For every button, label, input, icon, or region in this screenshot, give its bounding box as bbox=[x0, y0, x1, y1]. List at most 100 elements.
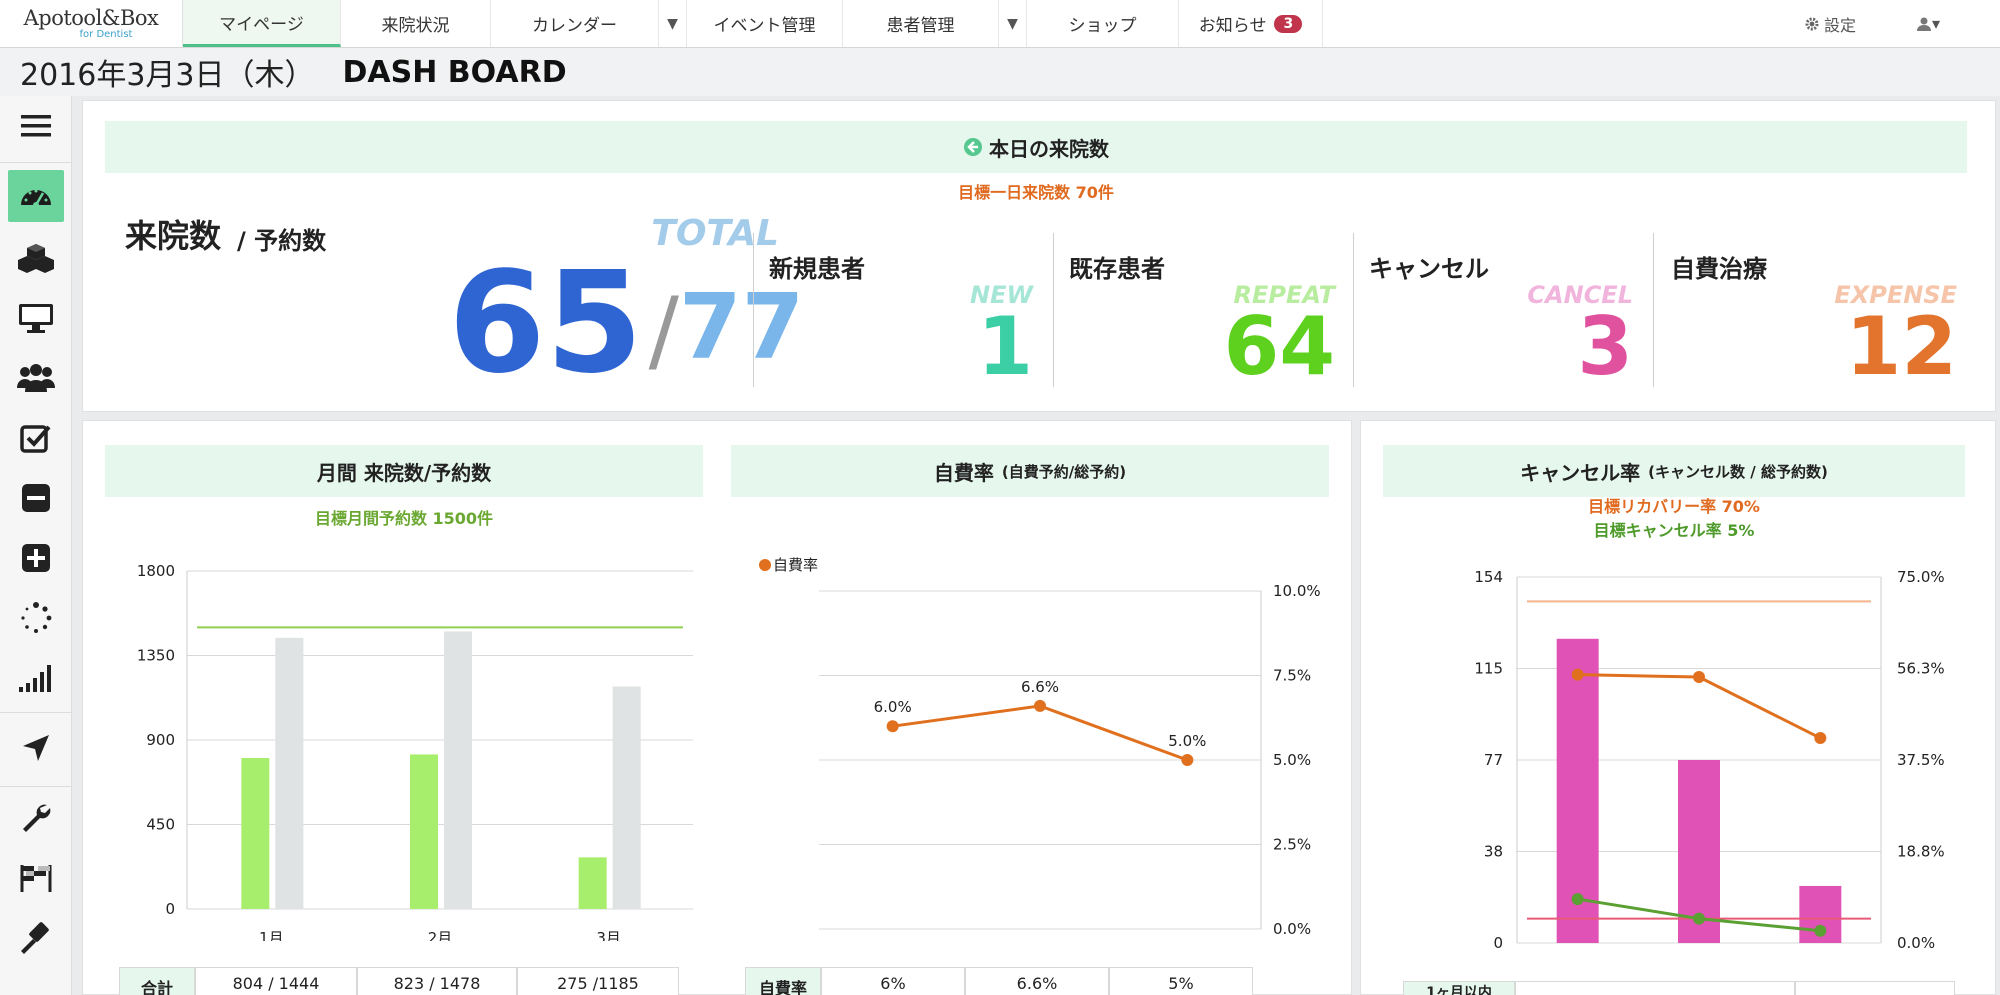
data-label: 6.0% bbox=[874, 698, 912, 716]
sidebar-item-users[interactable] bbox=[8, 352, 64, 404]
nav-calendar[interactable]: カレンダー bbox=[491, 0, 659, 47]
data-label: 6.6% bbox=[1021, 678, 1059, 696]
gear-icon bbox=[1805, 17, 1819, 30]
data-label: 5.0% bbox=[1168, 732, 1206, 750]
sidebar-item-dashboard[interactable] bbox=[8, 170, 64, 222]
nav-calendar-dropdown[interactable]: ▼ bbox=[659, 0, 687, 47]
nav-patient-management[interactable]: 患者管理 bbox=[843, 0, 999, 47]
data-point bbox=[1814, 924, 1827, 937]
self-pay-table-cell: 6.6% bbox=[965, 967, 1109, 995]
sidebar-item-loading[interactable] bbox=[8, 592, 64, 644]
nav-shop[interactable]: ショップ bbox=[1027, 0, 1179, 47]
bar bbox=[444, 631, 472, 909]
monthly-table-cell: 275 /1185 bbox=[517, 967, 679, 995]
y-tick-label-left: 77 bbox=[1484, 751, 1503, 769]
data-point bbox=[1181, 754, 1194, 766]
title-bar: 2016年3月3日（木） DASH BOARD bbox=[0, 48, 2000, 96]
nav-event-management[interactable]: イベント管理 bbox=[687, 0, 843, 47]
signal-bars-icon bbox=[19, 665, 51, 692]
sidebar-item-navigate[interactable] bbox=[8, 722, 64, 774]
y-tick-label-right: 75.0% bbox=[1897, 568, 1945, 586]
settings-button[interactable]: 設定 bbox=[1804, 12, 1856, 36]
monthly-bar-chart: 0 450 900 1350 1800 1月 2月 3月 bbox=[137, 562, 693, 941]
checkbox-icon bbox=[20, 425, 51, 453]
dashboard-gauge-icon bbox=[21, 189, 51, 208]
sidebar-item-flags[interactable] bbox=[8, 852, 64, 904]
logo-main: Apotool&Box bbox=[23, 6, 159, 30]
bar bbox=[612, 686, 641, 909]
sidebar-menu[interactable] bbox=[8, 100, 64, 152]
chevron-down-icon: ▼ bbox=[1007, 15, 1018, 32]
monthly-header: 月間 来院数/予約数 bbox=[105, 445, 703, 497]
data-point bbox=[1571, 893, 1584, 906]
self-pay-table-cell: 6% bbox=[821, 967, 965, 995]
gavel-icon bbox=[21, 922, 49, 954]
stat-repeat-value: 64 bbox=[1223, 300, 1335, 393]
user-icon bbox=[1916, 17, 1931, 31]
chevron-down-icon: ▼ bbox=[667, 15, 678, 32]
visits-label: 来院数 bbox=[125, 217, 222, 255]
minus-square-icon bbox=[22, 484, 50, 512]
menu-icon bbox=[21, 115, 51, 137]
bar bbox=[275, 637, 304, 909]
stat-new-value: 1 bbox=[977, 300, 1033, 393]
sidebar-item-minus[interactable] bbox=[8, 472, 64, 524]
logo-sub: for Dentist bbox=[79, 29, 133, 40]
sidebar-item-tools[interactable] bbox=[8, 792, 64, 844]
sidebar-item-gavel[interactable] bbox=[8, 912, 64, 964]
y-tick-label: 1350 bbox=[137, 647, 175, 665]
page-date: 2016年3月3日（木） bbox=[20, 58, 315, 93]
y-tick-label: 2.5% bbox=[1273, 836, 1311, 854]
today-goal: 目標一日来院数 70件 bbox=[958, 183, 1114, 202]
flags-icon bbox=[20, 865, 52, 892]
bar bbox=[410, 754, 438, 909]
y-tick-label-right: 18.8% bbox=[1897, 843, 1945, 861]
y-tick-label: 7.5% bbox=[1273, 667, 1311, 685]
nav-patient-dropdown[interactable]: ▼ bbox=[999, 0, 1027, 47]
sidebar-divider bbox=[0, 162, 72, 163]
sidebar-item-tasks[interactable] bbox=[8, 412, 64, 464]
data-point bbox=[1034, 699, 1046, 712]
arrow-circle-icon bbox=[964, 138, 982, 156]
y-tick-label-right: 0.0% bbox=[1897, 934, 1935, 952]
series-line bbox=[892, 704, 1188, 762]
x-tick-label: 2月 bbox=[428, 929, 453, 941]
cancel-table-cell bbox=[1515, 981, 1795, 995]
notification-badge: 3 bbox=[1274, 14, 1303, 33]
y-tick-label-left: 38 bbox=[1484, 843, 1503, 861]
series-line bbox=[1577, 673, 1822, 740]
y-tick-label-right: 56.3% bbox=[1897, 660, 1945, 678]
nav-visit-status[interactable]: 来院状況 bbox=[341, 0, 491, 47]
app-logo[interactable]: Apotool&Box for Dentist bbox=[0, 0, 183, 47]
sidebar-item-stats[interactable] bbox=[8, 652, 64, 704]
nav-notices[interactable]: お知らせ 3 bbox=[1179, 0, 1323, 47]
users-icon bbox=[17, 364, 55, 392]
bar bbox=[578, 857, 607, 909]
y-tick-label: 900 bbox=[146, 731, 175, 749]
y-tick-label-left: 0 bbox=[1493, 934, 1503, 952]
stat-expense-label: 自費治療 bbox=[1671, 255, 1767, 283]
cancel-goal-recovery: 目標リカバリー率 70% bbox=[1588, 497, 1760, 516]
legend-label: 自費率 bbox=[773, 556, 818, 574]
cancel-rate-header: キャンセル率 (キャンセル数 / 総予約数) bbox=[1383, 445, 1965, 497]
sidebar-item-cubes[interactable] bbox=[8, 232, 64, 284]
sidebar-item-monitor[interactable] bbox=[8, 292, 64, 344]
self-pay-table-head: 自費率 bbox=[745, 967, 821, 995]
monthly-goal: 目標月間予約数 1500件 bbox=[314, 509, 494, 528]
sidebar-item-plus[interactable] bbox=[8, 532, 64, 584]
cancel-table-head: 1ヶ月以内 bbox=[1403, 981, 1515, 995]
monthly-table-head: 合計 bbox=[119, 967, 195, 995]
monitor-icon bbox=[19, 304, 53, 333]
data-point bbox=[1693, 671, 1705, 684]
top-nav: Apotool&Box for Dentist マイページ 来院状況 カレンダー… bbox=[0, 0, 2000, 48]
count-separator: / bbox=[648, 278, 679, 383]
cancel-rate-header-sub: (キャンセル数 / 総予約数) bbox=[1648, 462, 1828, 481]
page-title: DASH BOARD bbox=[342, 54, 567, 90]
nav-mypage[interactable]: マイページ bbox=[183, 0, 341, 47]
user-menu[interactable]: ▾ bbox=[1916, 14, 1940, 33]
x-tick-label: 3月 bbox=[596, 929, 621, 941]
sidebar-divider bbox=[0, 712, 72, 713]
self-pay-header-label: 自費率 bbox=[933, 460, 994, 485]
stat-cancel-value: 3 bbox=[1577, 300, 1633, 393]
y-tick-label: 0.0% bbox=[1273, 920, 1311, 938]
